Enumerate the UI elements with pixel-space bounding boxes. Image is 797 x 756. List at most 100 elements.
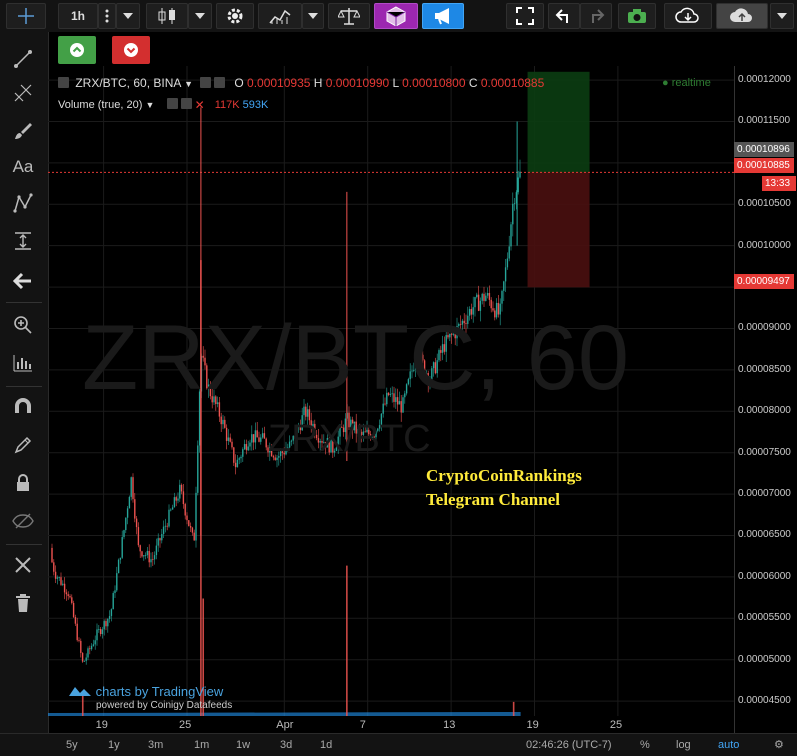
candle-body [134,499,136,519]
trash-icon [16,594,30,612]
gear-icon: ⚙ [774,739,784,751]
annotation-line-2: Telegram Channel [426,490,560,509]
brush-tool[interactable] [6,116,40,146]
measure-tool[interactable] [6,226,40,256]
zoom-tool[interactable] [6,310,40,340]
remove-drawings-tool[interactable] [6,266,40,296]
save-chart-button[interactable] [716,3,768,29]
eye-icon[interactable] [166,98,178,109]
alert-button[interactable] [422,3,464,29]
candle-body [119,557,122,560]
range-button-1d[interactable]: 1d [316,737,336,753]
auto-toggle[interactable]: auto [714,737,743,753]
trend-line-tool[interactable] [6,44,40,74]
candle-body [103,621,105,630]
close-icon[interactable]: ✕ [195,99,206,111]
percent-toggle[interactable]: % [636,737,654,753]
load-chart-button[interactable] [664,3,712,29]
chart-style-dropdown[interactable] [188,3,212,29]
candle-body [233,447,235,463]
candle-body [162,526,165,535]
collapse-icon[interactable] [58,77,69,88]
status-dot-icon: ● [662,77,669,89]
caret-down-icon[interactable]: ▼ [145,100,154,110]
pattern-tool[interactable] [6,188,40,218]
range-button-3d[interactable]: 3d [276,737,296,753]
candle-body [116,573,118,591]
scale-settings-button[interactable]: ⚙ [770,737,788,753]
undo-icon [555,9,568,23]
volume-profile-tool[interactable] [6,348,40,378]
undo-button[interactable] [548,3,580,29]
pitchfork-tool[interactable] [6,78,40,108]
symbol-title[interactable]: ZRX/BTC, 60, BINA [75,76,180,90]
interval-dropdown[interactable] [116,3,140,29]
compare-button[interactable] [328,3,370,29]
indicators-button[interactable] [258,3,302,29]
price-tick-label: 0.00011500 [738,115,791,127]
sell-button[interactable] [112,36,150,64]
candle-body [63,583,66,593]
brush-icon [15,123,32,139]
candle-body [229,437,231,442]
price-tick-label: 0.00007500 [738,446,791,458]
text-tool[interactable]: Aa [6,152,40,182]
settings-icon[interactable] [180,98,192,109]
bars-icon [13,355,32,372]
more-menu-button[interactable] [98,3,116,29]
buy-button[interactable] [58,36,96,64]
candle-body [227,437,230,441]
snapshot-button[interactable] [618,3,656,29]
chevron-up-icon [70,43,84,57]
range-button-3m[interactable]: 3m [144,737,167,753]
candle-body [126,508,129,518]
tradingview-brand[interactable]: charts by TradingView [68,684,223,699]
indicators-dropdown[interactable] [302,3,324,29]
candle-body [486,293,489,296]
watermark-pair: ZRX/BTC [268,418,431,460]
object-tree-tool[interactable] [6,550,40,580]
candle-body [510,224,512,247]
hide-drawings-tool[interactable] [6,506,40,536]
eye-icon[interactable] [199,77,211,88]
log-toggle[interactable]: log [672,737,695,753]
fullscreen-button[interactable] [506,3,544,29]
volume-title[interactable]: Volume (true, 20) [58,99,142,111]
redo-button[interactable] [580,3,612,29]
clock[interactable]: 02:46:26 (UTC-7) [522,737,616,753]
templates-button[interactable] [374,3,418,29]
candle-body [512,203,514,225]
crosshair-button[interactable] [6,3,46,29]
trade-buttons-bar [48,32,797,66]
range-button-1y[interactable]: 1y [104,737,124,753]
candle-body [170,509,172,511]
save-dropdown[interactable] [770,3,794,29]
candle-body [81,652,84,662]
candle-body [195,492,197,541]
wrench-icon [15,557,31,573]
volume-value-a: 117K [214,99,240,111]
interval-button[interactable]: 1h [58,3,98,29]
chevron-down-icon [195,13,205,19]
delete-tool[interactable] [6,588,40,618]
magnet-tool[interactable] [6,392,40,422]
price-tick-label: 0.00006500 [738,529,791,541]
lock-drawings-tool[interactable] [6,468,40,498]
range-button-5y[interactable]: 5y [62,737,82,753]
chart-style-button[interactable] [146,3,188,29]
candle-body [53,562,55,572]
caret-down-icon[interactable]: ▼ [184,79,193,89]
candle-body [188,520,190,527]
candle-body [504,267,507,282]
high-label: H [313,76,323,90]
range-button-1w[interactable]: 1w [232,737,254,753]
candle-body [236,459,239,468]
range-button-1m[interactable]: 1m [190,737,213,753]
candle-body [193,532,195,541]
price-tick-label: 0.00004500 [738,695,791,707]
stay-in-drawing-tool[interactable] [6,430,40,460]
time-tick-label: 25 [179,719,192,731]
settings-button[interactable] [216,3,254,29]
candle-body [155,545,158,556]
settings-icon[interactable] [213,77,225,88]
